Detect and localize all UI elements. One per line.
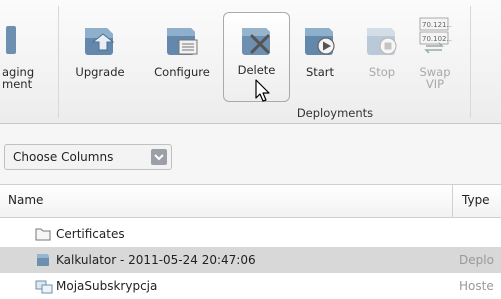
row-name: Kalkulator - 2011-05-24 20:47:06 bbox=[56, 253, 256, 267]
deployments-group-label: Deployments bbox=[296, 106, 374, 120]
configure-icon bbox=[163, 22, 201, 61]
start-label: Start bbox=[305, 65, 335, 79]
choose-columns-label: Choose Columns bbox=[13, 150, 114, 164]
delete-label: Delete bbox=[237, 63, 276, 77]
row-name: MojaSubskrypcja bbox=[56, 279, 158, 293]
upgrade-icon bbox=[81, 22, 119, 61]
hosted-service-icon bbox=[35, 278, 53, 297]
configure-button[interactable]: Configure bbox=[146, 14, 218, 110]
folder-icon bbox=[35, 226, 51, 245]
column-header-type[interactable]: Type bbox=[462, 193, 490, 207]
swap-vip-button[interactable]: 70.121... 70.102... Swap VIP bbox=[410, 14, 460, 110]
start-button[interactable]: Start bbox=[296, 14, 344, 110]
row-type: Hoste bbox=[459, 279, 494, 293]
stop-icon bbox=[363, 22, 401, 61]
mouse-pointer-icon bbox=[255, 79, 271, 107]
column-divider bbox=[452, 185, 453, 217]
table-header: Name Type bbox=[0, 185, 501, 218]
partial-left-icon bbox=[6, 22, 18, 61]
swap-badge-bottom: 70.102... bbox=[422, 35, 452, 43]
ribbon-separator bbox=[58, 6, 59, 118]
upgrade-button[interactable]: Upgrade bbox=[70, 14, 130, 110]
ribbon: aging ment Upgrade Configure Delete Star… bbox=[0, 0, 501, 124]
configure-label: Configure bbox=[154, 65, 210, 79]
row-name: Certificates bbox=[56, 227, 125, 241]
upgrade-label: Upgrade bbox=[75, 65, 125, 79]
table-row[interactable]: Certificates bbox=[0, 221, 501, 247]
chevron-down-icon[interactable] bbox=[151, 149, 167, 165]
start-icon bbox=[301, 22, 339, 61]
stop-button[interactable]: Stop bbox=[360, 14, 404, 110]
grid-toolbar: Choose Columns bbox=[0, 124, 501, 185]
partial-left-button[interactable]: aging ment bbox=[0, 14, 46, 110]
choose-columns-button[interactable]: Choose Columns bbox=[4, 144, 172, 170]
deployment-icon bbox=[35, 252, 51, 271]
table-row-selected[interactable]: Kalkulator - 2011-05-24 20:47:06 Deplo bbox=[0, 247, 501, 273]
partial-left-label-line2: ment bbox=[2, 77, 33, 91]
column-header-name[interactable]: Name bbox=[8, 193, 43, 207]
swap-badge-top: 70.121... bbox=[422, 21, 452, 29]
delete-icon bbox=[238, 22, 276, 61]
stop-label: Stop bbox=[368, 65, 396, 79]
swap-vip-label-line2: VIP bbox=[425, 77, 445, 91]
table-row[interactable]: MojaSubskrypcja Hoste bbox=[0, 273, 501, 299]
row-type: Deplo bbox=[459, 253, 494, 267]
ribbon-separator-right bbox=[470, 6, 471, 118]
swap-vip-icon: 70.121... 70.102... bbox=[418, 16, 453, 61]
